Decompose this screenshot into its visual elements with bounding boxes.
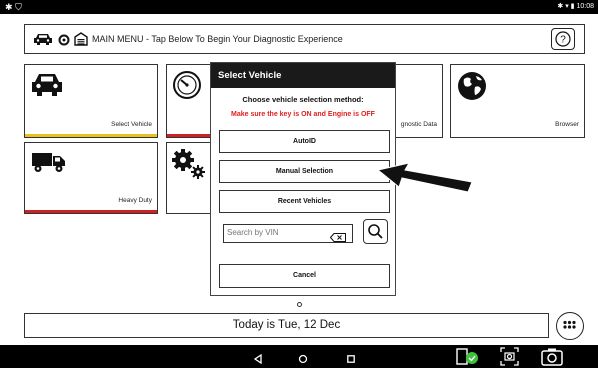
navigation-bar	[0, 345, 598, 368]
back-icon[interactable]	[253, 351, 263, 369]
tile-heavy-duty[interactable]: Heavy Duty	[24, 142, 158, 214]
tile-status-bar	[25, 210, 157, 213]
globe-icon	[456, 70, 488, 107]
tile-label: Heavy Duty	[118, 197, 152, 204]
tile-label: Select Vehicle	[111, 121, 152, 128]
status-left-icons: ✱ ⛉	[5, 2, 22, 12]
grid-icon	[563, 320, 576, 329]
recents-icon[interactable]	[346, 351, 356, 369]
camera-icon[interactable]	[541, 347, 563, 371]
tile-browser[interactable]: Browser	[450, 64, 585, 138]
tile-label: gnostic Data	[400, 121, 437, 128]
help-button[interactable]: ?	[551, 28, 575, 50]
main-menu-header: MAIN MENU - Tap Below To Begin Your Diag…	[24, 24, 585, 54]
status-right: ✱ ▾ ▮ 10:08	[557, 3, 594, 11]
wifi-icon: ▾	[565, 3, 569, 10]
select-vehicle-dialog: Select Vehicle Choose vehicle selection …	[210, 62, 396, 296]
search-button[interactable]	[363, 219, 388, 244]
gauge-icon	[172, 70, 202, 105]
cancel-button[interactable]: Cancel	[219, 264, 390, 288]
manual-selection-button[interactable]: Manual Selection	[219, 160, 390, 183]
dialog-title: Select Vehicle	[211, 63, 395, 88]
autoid-button[interactable]: AutoID	[219, 130, 390, 153]
gears-icon	[171, 148, 207, 185]
page-indicator	[297, 302, 302, 307]
bluetooth-icon: ✱	[557, 3, 564, 10]
search-icon	[364, 224, 387, 247]
car-icon	[31, 71, 63, 102]
help-label: ?	[560, 35, 566, 46]
garage-icon[interactable]	[74, 32, 88, 51]
vin-search-input[interactable]	[227, 228, 327, 237]
screenshot-icon[interactable]	[500, 347, 519, 371]
car-icon[interactable]	[33, 32, 53, 51]
vin-search-field[interactable]	[223, 224, 353, 243]
app-status-icon[interactable]	[456, 347, 480, 371]
tile-select-vehicle[interactable]: Select Vehicle	[24, 64, 158, 138]
settings-icon[interactable]	[58, 33, 70, 51]
tile-status-bar	[25, 134, 157, 137]
shield-icon: ⛉	[15, 2, 22, 12]
apps-button[interactable]	[556, 312, 584, 340]
dialog-warning: Make sure the key is ON and Engine is OF…	[231, 111, 375, 118]
pointer-arrow	[376, 162, 473, 193]
date-bar: Today is Tue, 12 Dec	[24, 313, 549, 338]
battery-icon: ▮	[570, 3, 575, 10]
clock: 10:08	[576, 3, 594, 10]
recent-vehicles-button[interactable]: Recent Vehicles	[219, 190, 390, 213]
truck-icon	[31, 150, 67, 179]
bug-icon: ✱	[5, 2, 13, 12]
tile-label: Browser	[555, 121, 579, 128]
dialog-prompt: Choose vehicle selection method:	[242, 95, 364, 104]
clear-icon[interactable]	[329, 229, 346, 247]
page-title: MAIN MENU - Tap Below To Begin Your Diag…	[92, 34, 343, 44]
status-bar: ✱ ⛉ ✱ ▾ ▮ 10:08	[0, 0, 598, 14]
home-icon[interactable]	[298, 351, 308, 369]
